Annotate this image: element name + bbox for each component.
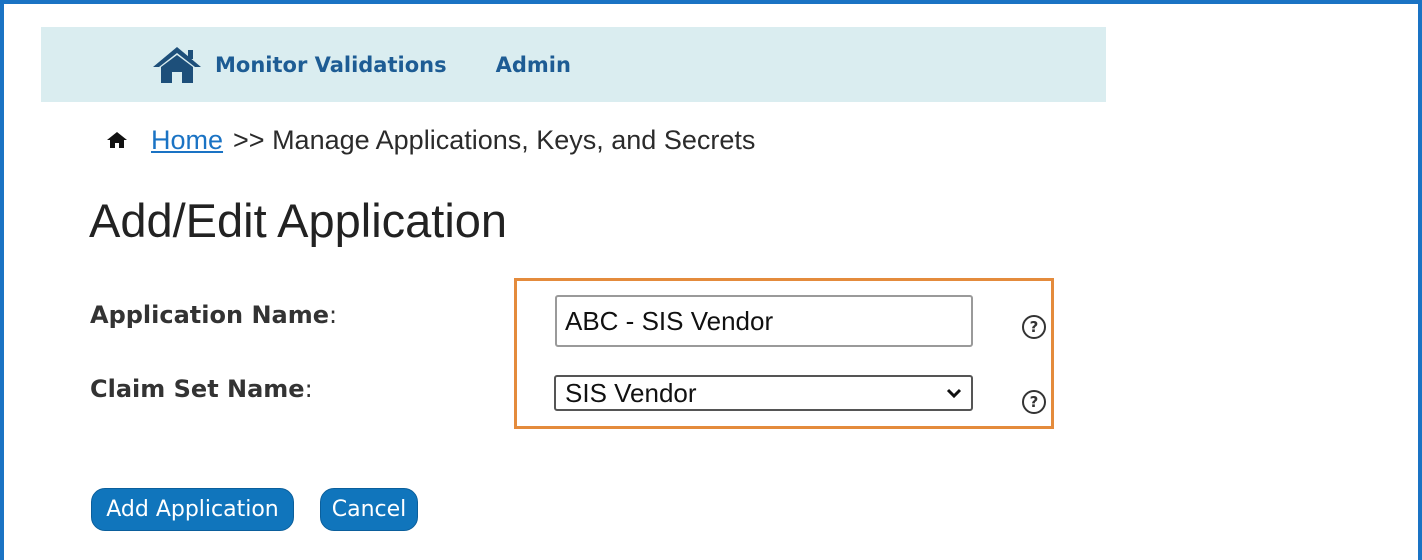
breadcrumb-home-link[interactable]: Home bbox=[151, 125, 223, 156]
breadcrumb: Home >> Manage Applications, Keys, and S… bbox=[107, 123, 755, 157]
top-nav-bar: Monitor Validations Admin bbox=[41, 27, 1106, 102]
help-icon[interactable]: ? bbox=[1022, 390, 1046, 414]
claim-set-name-label: Claim Set Name: bbox=[90, 375, 313, 403]
claim-set-select[interactable]: SIS Vendor bbox=[554, 375, 973, 411]
label-colon: : bbox=[304, 375, 313, 403]
application-name-input[interactable] bbox=[555, 295, 973, 347]
home-icon bbox=[107, 132, 127, 148]
nav-monitor-validations[interactable]: Monitor Validations bbox=[215, 53, 447, 77]
application-name-label-text: Application Name bbox=[90, 301, 330, 329]
chevron-down-icon bbox=[946, 388, 962, 399]
page-title: Add/Edit Application bbox=[89, 194, 508, 247]
claim-set-name-label-text: Claim Set Name bbox=[90, 375, 305, 403]
cancel-button[interactable]: Cancel bbox=[320, 488, 418, 531]
application-name-label: Application Name: bbox=[90, 301, 337, 329]
home-icon bbox=[153, 46, 201, 83]
breadcrumb-current: >> Manage Applications, Keys, and Secret… bbox=[233, 124, 756, 155]
claim-set-selected-value: SIS Vendor bbox=[565, 377, 697, 408]
help-icon[interactable]: ? bbox=[1022, 315, 1046, 339]
label-colon: : bbox=[329, 301, 338, 329]
nav-admin[interactable]: Admin bbox=[496, 53, 571, 77]
nav-home-link[interactable] bbox=[151, 45, 203, 85]
add-application-button[interactable]: Add Application bbox=[91, 488, 294, 531]
